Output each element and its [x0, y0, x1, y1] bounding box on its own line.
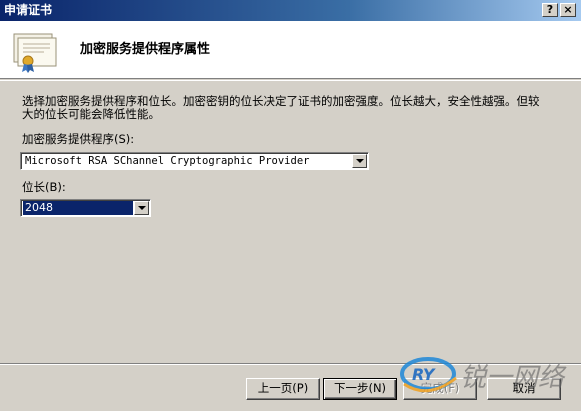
wizard-header: 加密服务提供程序属性: [0, 21, 581, 79]
bit-length-label: 位长(B):: [22, 180, 66, 194]
back-button[interactable]: 上一页(P): [246, 378, 320, 400]
chevron-down-icon[interactable]: [352, 154, 367, 168]
csp-dropdown[interactable]: Microsoft RSA SChannel Cryptographic Pro…: [20, 152, 369, 170]
watermark-logo: RY 锐一网络: [400, 357, 567, 393]
header-title: 加密服务提供程序属性: [80, 42, 211, 57]
svg-text:锐一网络: 锐一网络: [460, 363, 567, 393]
chevron-down-icon[interactable]: [134, 201, 149, 215]
csp-selected-value: Microsoft RSA SChannel Cryptographic Pro…: [25, 155, 310, 167]
certificate-icon: [13, 33, 57, 73]
bit-length-selected-value: 2048: [23, 201, 133, 215]
header-divider: [0, 80, 581, 81]
bit-length-dropdown[interactable]: 2048: [20, 199, 151, 217]
next-button[interactable]: 下一步(N): [323, 378, 397, 400]
svg-text:RY: RY: [412, 365, 436, 384]
description-text: 选择加密服务提供程序和位长。加密密钥的位长决定了证书的加密强度。位长越大，安全性…: [22, 94, 540, 121]
csp-label: 加密服务提供程序(S):: [22, 132, 135, 146]
close-button[interactable]: ×: [560, 3, 576, 17]
help-button[interactable]: ?: [542, 3, 558, 17]
window-title: 申请证书: [4, 3, 53, 17]
title-bar: 申请证书 ? ×: [0, 0, 581, 21]
